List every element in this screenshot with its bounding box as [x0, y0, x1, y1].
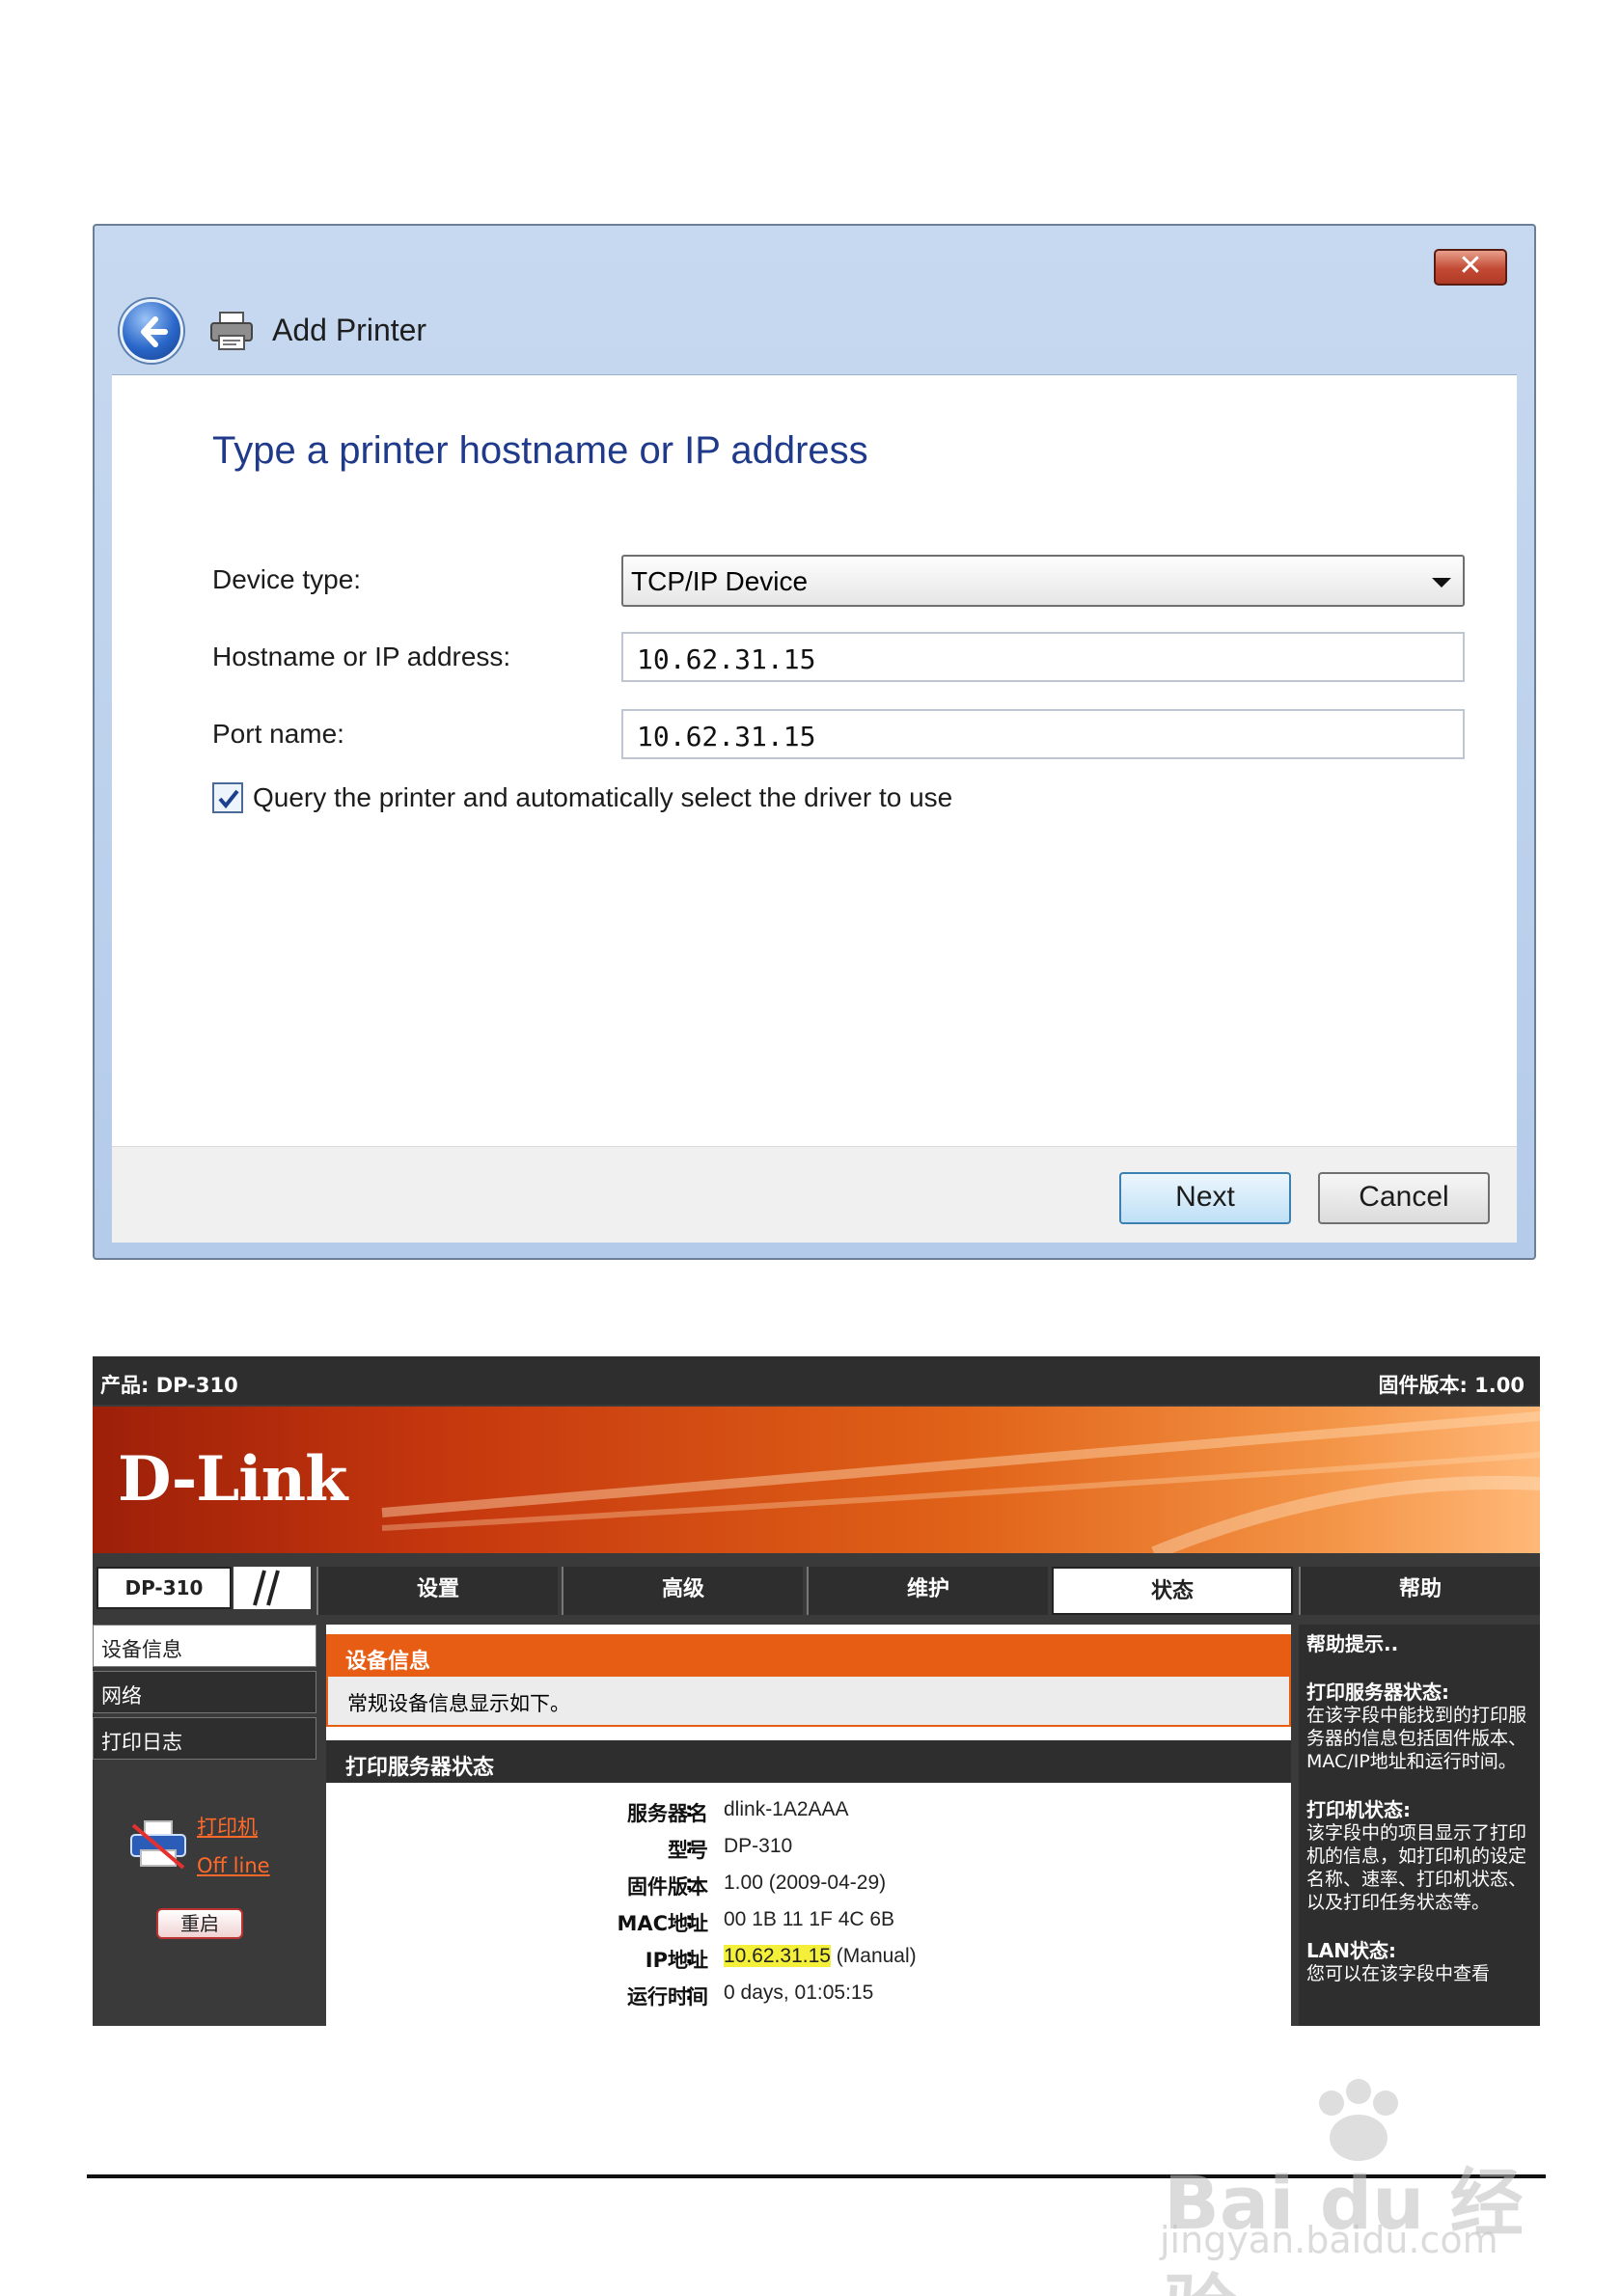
next-button[interactable]: Next: [1119, 1172, 1291, 1224]
dlink-banner: D-Link: [93, 1407, 1540, 1553]
device-info-description: 常规设备信息显示如下。: [326, 1677, 1291, 1727]
dialog-content: Type a printer hostname or IP address De…: [112, 374, 1517, 1146]
left-item-print-log[interactable]: 打印日志: [93, 1717, 316, 1760]
info-colon: :: [685, 1908, 694, 1931]
printer-status-icon: [130, 1820, 186, 1870]
info-row-server-name: 服务器名 : dlink-1A2AAA: [326, 1798, 1291, 1835]
info-value: dlink-1A2AAA: [724, 1798, 849, 1820]
page-heading: Type a printer hostname or IP address: [212, 429, 868, 472]
info-key: MAC地址: [617, 1912, 708, 1935]
info-colon: :: [685, 1945, 694, 1968]
info-value: 1.00 (2009-04-29): [724, 1872, 887, 1894]
info-key: 固件版本: [627, 1875, 708, 1899]
watermark-url: jingyan.baidu.com: [1160, 2219, 1498, 2261]
tab-maintenance[interactable]: 维护: [807, 1567, 1048, 1615]
chevron-down-icon: [1432, 578, 1451, 588]
close-button[interactable]: ✕: [1434, 249, 1507, 286]
info-row-uptime: 运行时间 : 0 days, 01:05:15: [326, 1982, 1291, 2018]
ip-highlight: 10.62.31.15: [724, 1945, 831, 1967]
dialog-title: Add Printer: [272, 313, 427, 347]
info-value: 0 days, 01:05:15: [724, 1982, 874, 2004]
device-type-value: TCP/IP Device: [631, 566, 809, 596]
back-arrow-icon: [141, 316, 168, 347]
info-colon: :: [685, 1798, 694, 1821]
device-type-label: Device type:: [212, 564, 362, 594]
help-server-title: 打印服务器状态:: [1306, 1681, 1449, 1704]
left-item-network[interactable]: 网络: [93, 1671, 316, 1713]
info-colon: :: [685, 1982, 694, 2005]
help-printer-text: 该字段中的项目显示了打印机的信息，如打印机的设定名称、速率、打印机状态、以及打印…: [1306, 1822, 1527, 1913]
help-title: 帮助提示..: [1306, 1632, 1399, 1655]
tab-setup[interactable]: 设置: [316, 1567, 558, 1615]
info-value-ip: 10.62.31.15 (Manual): [724, 1945, 917, 1968]
help-lan-text: 您可以在该字段中查看: [1306, 1963, 1491, 1984]
info-row-ip: IP地址 : 10.62.31.15 (Manual): [326, 1945, 1291, 1982]
cancel-button[interactable]: Cancel: [1318, 1172, 1490, 1224]
info-value: 00 1B 11 1F 4C 6B: [724, 1908, 895, 1930]
dlink-topbar: 产品: DP-310 固件版本: 1.00: [93, 1356, 1540, 1405]
model-tab: DP-310: [96, 1567, 232, 1609]
help-server-text: 在该字段中能找到的打印服务器的信息包括固件版本、MAC/IP地址和运行时间。: [1306, 1705, 1527, 1772]
product-label: 产品: DP-310: [100, 1374, 238, 1397]
back-button[interactable]: [120, 299, 183, 363]
help-panel: 帮助提示.. 打印服务器状态: 在该字段中能找到的打印服务器的信息包括固件版本、…: [1299, 1625, 1540, 2026]
help-printer-title: 打印机状态:: [1306, 1798, 1411, 1821]
dlink-admin-page: 产品: DP-310 固件版本: 1.00 D-Link DP-310 设置 高…: [93, 1356, 1540, 2026]
printer-link[interactable]: 打印机: [197, 1812, 258, 1841]
tab-help[interactable]: 帮助: [1299, 1567, 1540, 1615]
hostname-label: Hostname or IP address:: [212, 642, 511, 671]
info-row-mac: MAC地址 : 00 1B 11 1F 4C 6B: [326, 1908, 1291, 1945]
left-item-device-info[interactable]: 设备信息: [93, 1625, 316, 1667]
port-name-input[interactable]: 10.62.31.15: [621, 709, 1465, 759]
dialog-footer: Next Cancel: [112, 1146, 1517, 1243]
info-row-firmware: 固件版本 : 1.00 (2009-04-29): [326, 1872, 1291, 1908]
add-printer-dialog: ✕ Add Printer Type a printer hostname or…: [93, 224, 1536, 1260]
info-value: DP-310: [724, 1835, 793, 1857]
info-row-model: 型号 : DP-310: [326, 1835, 1291, 1872]
left-nav: 设备信息 网络 打印日志 打印机 Off line 重启: [93, 1625, 316, 2026]
query-printer-label: Query the printer and automatically sele…: [253, 782, 953, 812]
info-colon: :: [685, 1872, 694, 1895]
tab-status[interactable]: 状态: [1052, 1567, 1293, 1615]
check-icon: [218, 789, 239, 809]
baidu-watermark: Bai du 经验 jingyan.baidu.com: [1158, 2074, 1544, 2296]
print-server-status-heading: 打印服务器状态: [326, 1740, 1291, 1783]
firmware-label: 固件版本: 1.00: [1378, 1374, 1525, 1397]
query-printer-checkbox[interactable]: [212, 782, 243, 813]
printer-offline-link[interactable]: Off line: [197, 1854, 270, 1877]
ip-mode: (Manual): [836, 1945, 917, 1967]
dlink-logo: D-Link: [118, 1443, 347, 1516]
help-lan-title: LAN状态:: [1306, 1939, 1396, 1962]
info-colon: :: [685, 1835, 694, 1858]
dlink-navbar: DP-310 设置 高级 维护 状态 帮助: [93, 1563, 1540, 1615]
reboot-button[interactable]: 重启: [156, 1908, 243, 1939]
info-key: 运行时间: [627, 1985, 708, 2009]
main-panel: 设备信息 常规设备信息显示如下。 打印服务器状态 服务器名 : dlink-1A…: [326, 1625, 1291, 2026]
device-type-select[interactable]: TCP/IP Device: [621, 555, 1465, 607]
slashes-decoration: [234, 1567, 311, 1609]
device-info-heading: 设备信息: [326, 1634, 1291, 1677]
printer-icon: [210, 312, 253, 350]
hostname-input[interactable]: 10.62.31.15: [621, 632, 1465, 682]
tab-advanced[interactable]: 高级: [562, 1567, 803, 1615]
info-key: IP地址: [645, 1949, 708, 1972]
port-name-label: Port name:: [212, 719, 344, 749]
info-key: 服务器名: [627, 1802, 708, 1825]
